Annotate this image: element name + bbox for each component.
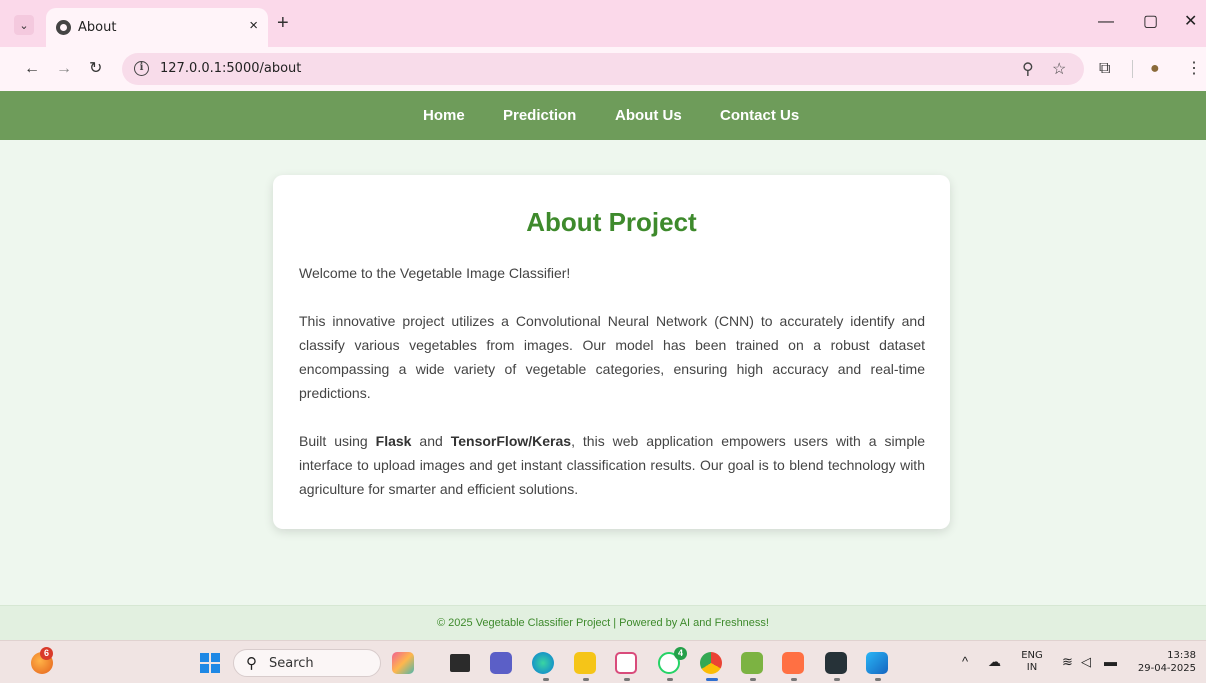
whatsapp-badge: 4 xyxy=(674,647,687,660)
snipping-tool-icon[interactable] xyxy=(615,652,637,674)
language-bottom[interactable]: IN xyxy=(1020,662,1044,673)
profile-icon[interactable]: ● xyxy=(1150,59,1160,79)
info-icon[interactable]: i xyxy=(134,61,149,76)
welcome-text: Welcome to the Vegetable Image Classifie… xyxy=(299,265,571,281)
wifi-icon[interactable]: ≋ xyxy=(1062,654,1073,670)
url-text[interactable]: 127.0.0.1:5000/about xyxy=(160,61,301,76)
tech-and: and xyxy=(411,433,451,449)
taskbar: 6 ⚲ Search 4 ^ ☁ ENG IN ≋ ◁ ▬ 13:38 29-0… xyxy=(0,640,1206,683)
tensorflow-label: TensorFlow/Keras xyxy=(450,433,572,449)
restore-icon[interactable]: ▢ xyxy=(1143,12,1158,32)
nav-about-us[interactable]: About Us xyxy=(615,107,682,124)
terminal-running-dot xyxy=(834,678,840,681)
cloud-icon[interactable]: ☁ xyxy=(988,654,1001,670)
search-label: Search xyxy=(269,656,314,671)
language-top[interactable]: ENG xyxy=(1020,650,1044,661)
image-app-running-dot xyxy=(750,678,756,681)
chevron-up-icon[interactable]: ^ xyxy=(962,654,968,669)
tab-title: About xyxy=(78,20,117,35)
zoom-icon[interactable]: ⚲ xyxy=(1022,59,1034,79)
clock-time[interactable]: 13:38 xyxy=(1150,650,1196,661)
clock-date[interactable]: 29-04-2025 xyxy=(1134,663,1196,674)
browser-tab[interactable]: About × xyxy=(46,8,268,47)
taskbar-search[interactable]: ⚲ Search xyxy=(233,649,381,677)
snipping-running-dot xyxy=(624,678,630,681)
address-bar[interactable]: i 127.0.0.1:5000/about ⚲ ☆ xyxy=(122,53,1084,85)
volume-icon[interactable]: ◁ xyxy=(1081,654,1091,670)
xampp-running-dot xyxy=(791,678,797,681)
photos-running-dot xyxy=(875,678,881,681)
windows-start-icon[interactable] xyxy=(200,653,220,673)
edge-icon[interactable] xyxy=(532,652,554,674)
forward-icon[interactable]: → xyxy=(56,59,72,79)
image-app-icon[interactable] xyxy=(741,652,763,674)
chrome-icon[interactable] xyxy=(700,652,722,674)
tab-list-icon[interactable]: ⌄ xyxy=(14,15,34,35)
new-tab-button[interactable]: + xyxy=(277,13,289,33)
address-toolbar: ← → ↻ i 127.0.0.1:5000/about ⚲ ☆ ⧉ ● ⋮ xyxy=(0,47,1206,91)
about-card: About Project Welcome to the Vegetable I… xyxy=(273,175,950,529)
explorer-running-dot xyxy=(583,678,589,681)
tech-prefix: Built using xyxy=(299,433,376,449)
globe-icon xyxy=(56,20,71,35)
back-icon[interactable]: ← xyxy=(24,59,40,79)
notification-badge: 6 xyxy=(40,647,53,660)
battery-icon[interactable]: ▬ xyxy=(1104,654,1117,669)
tech-paragraph: Built using Flask and TensorFlow/Keras, … xyxy=(299,429,925,501)
star-icon[interactable]: ☆ xyxy=(1052,59,1066,79)
file-explorer-icon[interactable] xyxy=(574,652,596,674)
photos-icon[interactable] xyxy=(866,652,888,674)
xampp-icon[interactable] xyxy=(782,652,804,674)
whatsapp-running-dot xyxy=(667,678,673,681)
edge-running-dot xyxy=(543,678,549,681)
browser-tab-strip: ⌄ About × + — ▢ ✕ xyxy=(0,0,1206,47)
search-icon: ⚲ xyxy=(246,655,257,672)
terminal-icon[interactable] xyxy=(825,652,847,674)
minimize-icon[interactable]: — xyxy=(1098,12,1114,32)
nav-home[interactable]: Home xyxy=(423,107,465,124)
nav-contact-us[interactable]: Contact Us xyxy=(720,107,799,124)
description-paragraph: This innovative project utilizes a Convo… xyxy=(299,313,925,401)
widgets-app-icon[interactable] xyxy=(392,652,414,674)
nav-prediction[interactable]: Prediction xyxy=(503,107,576,124)
window-close-icon[interactable]: ✕ xyxy=(1184,12,1197,32)
page-title: About Project xyxy=(526,207,697,237)
footer-text: © 2025 Vegetable Classifier Project | Po… xyxy=(437,617,769,629)
toolbar-divider xyxy=(1132,60,1133,78)
task-view-icon[interactable] xyxy=(450,654,470,672)
extensions-icon[interactable]: ⧉ xyxy=(1099,59,1110,79)
site-footer: © 2025 Vegetable Classifier Project | Po… xyxy=(0,605,1206,640)
chrome-active-dot xyxy=(706,678,718,681)
flask-label: Flask xyxy=(375,433,412,449)
site-navbar: Home Prediction About Us Contact Us xyxy=(0,91,1206,140)
teams-icon[interactable] xyxy=(490,652,512,674)
close-tab-icon[interactable]: × xyxy=(249,17,258,34)
reload-icon[interactable]: ↻ xyxy=(89,59,102,79)
menu-icon[interactable]: ⋮ xyxy=(1186,59,1202,79)
